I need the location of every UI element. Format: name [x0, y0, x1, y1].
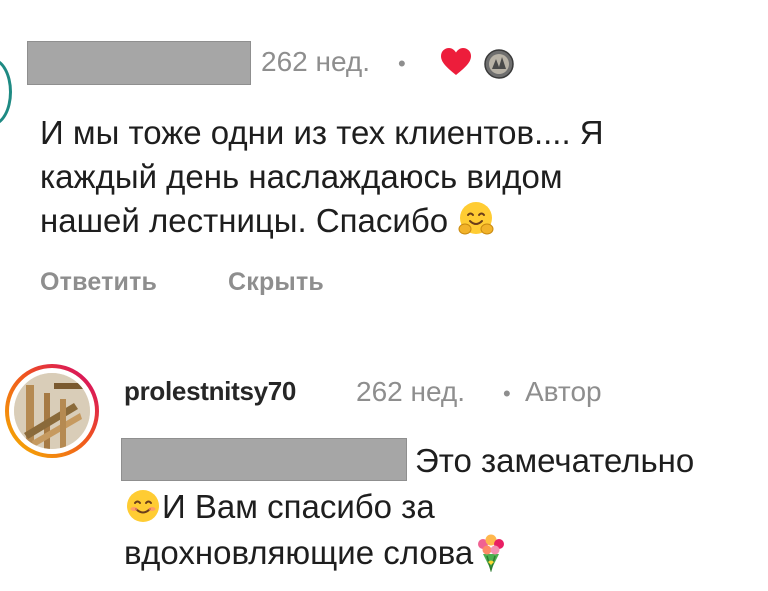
- comment-text-line-2: каждый день наслаждаюсь видом: [40, 158, 563, 195]
- reply-text-part-2: И Вам спасибо за: [162, 488, 435, 525]
- reply-text-line-3: вдохновляющие слова: [124, 531, 509, 575]
- comment-time: 262 нед.: [261, 46, 371, 77]
- reply-button[interactable]: Ответить: [40, 268, 157, 297]
- separator-dot: •: [503, 381, 511, 406]
- redacted-username: [27, 41, 251, 85]
- author-avatar[interactable]: [4, 363, 100, 459]
- author-username[interactable]: prolestnitsy70: [124, 376, 296, 407]
- comment-text-line-1: И мы тоже одни из тех клиентов.... Я: [40, 114, 604, 151]
- reply-text-part-3: вдохновляющие слова: [124, 534, 474, 571]
- reply-time: 262 нед.: [356, 376, 466, 407]
- bouquet-emoji: [478, 534, 505, 572]
- comment-text: И мы тоже одни из тех клиентов.... Я каж…: [40, 111, 740, 243]
- redacted-mention: [121, 438, 407, 481]
- comment-text-line-3: нашей лестницы. Спасибо: [40, 199, 740, 243]
- hide-button[interactable]: Скрыть: [228, 268, 324, 297]
- separator-dot: •: [398, 51, 406, 76]
- smiling-face-emoji: [127, 490, 159, 522]
- hugging-face-emoji: [458, 202, 494, 235]
- avatar-ring-partial[interactable]: [0, 58, 12, 126]
- reply-text-part-1: Это замечательно: [415, 442, 695, 479]
- author-badge: Автор: [525, 376, 602, 407]
- comment-text-line-3-text: нашей лестницы. Спасибо: [40, 202, 449, 239]
- heart-icon[interactable]: [440, 47, 472, 77]
- liker-avatar[interactable]: [484, 49, 514, 79]
- reply-text-line-2: И Вам спасибо за: [124, 485, 435, 529]
